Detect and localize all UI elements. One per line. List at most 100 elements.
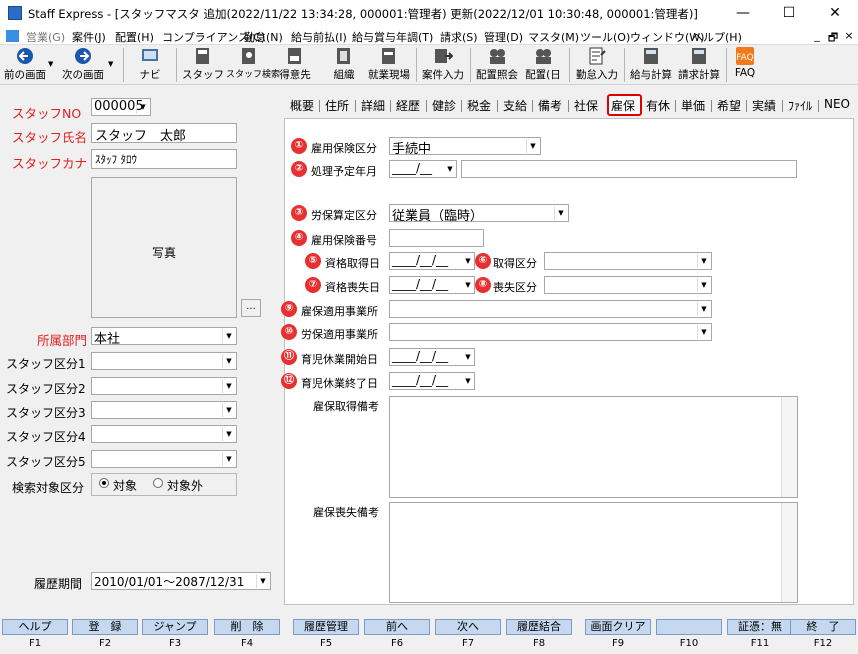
staff-button[interactable]: スタッフ [182,46,224,84]
placement-inquiry-button[interactable]: 配置照会 [474,46,520,84]
tab-biko[interactable]: 備考 [538,97,562,114]
menu-eigyo[interactable]: 営業(G) [26,29,65,45]
tab-neo[interactable]: NEO [824,97,850,111]
f12-exit-button[interactable]: 終 了 [790,619,856,635]
minimize-button[interactable]: — [720,0,766,27]
tab-koho[interactable]: 雇保 [611,97,635,114]
faq-button[interactable]: FAQ FAQ [730,46,760,84]
koyo-hoken-bango-input[interactable] [389,229,484,247]
arrow-right-icon [75,48,91,64]
staff-kubun2-select[interactable]: ▼ [91,377,237,395]
billing-calc-button[interactable]: 請求計算 [676,46,722,84]
radio-non-target[interactable] [153,478,163,488]
staff-kana-input[interactable]: ｽﾀｯﾌ ﾀﾛｳ [91,149,237,169]
tab-shaho[interactable]: 社保 [574,97,598,114]
menu-kintai[interactable]: 勤怠(N) [244,29,283,45]
ikuji-shuryo-date[interactable]: ____/__/__ ▼ [389,372,475,390]
shutoku-kubun-select[interactable]: ▼ [544,252,712,270]
f9-clear-button[interactable]: 画面クリア [585,619,651,635]
menu-kyuyo[interactable]: 給与賞与年調(T) [352,29,433,45]
tab-kibo[interactable]: 希望 [717,97,741,114]
maximize-button[interactable]: ☐ [766,0,812,27]
f5-history-button[interactable]: 履歴管理 [293,619,359,635]
menu-tool[interactable]: ツール(O) [580,29,630,45]
shikaku-shutoku-date[interactable]: ____/__/__ ▼ [389,252,475,270]
ikuji-kaishi-date[interactable]: ____/__/__ ▼ [389,348,475,366]
staff-no-label: スタッフNO [12,106,82,121]
case-entry-button[interactable]: 案件入力 [420,46,466,84]
tab-jusho[interactable]: 住所 [325,97,349,114]
toolbar-separator [470,48,471,82]
roho-santei-select[interactable]: 従業員（臨時） ▼ [389,204,569,222]
navi-button[interactable]: ナビ [130,46,170,84]
toolbar-separator [416,48,417,82]
menu-seikyu[interactable]: 請求(S) [440,29,478,45]
tab-yukyu[interactable]: 有休 [646,97,670,114]
staff-kubun3-select[interactable]: ▼ [91,401,237,419]
soshitsu-kubun-select[interactable]: ▼ [544,276,712,294]
ikuji-shuryo-label: 育児休業終了日 [301,377,378,390]
forward-button[interactable]: 次の画面 [60,46,106,84]
organization-button[interactable]: 組織 [324,46,364,84]
scrollbar[interactable] [781,397,797,497]
photo-browse-button[interactable]: ... [241,299,261,317]
menu-kanri[interactable]: 管理(D) [484,29,523,45]
f6-prev-button[interactable]: 前へ [364,619,430,635]
menu-help[interactable]: ヘルプ(H) [692,29,742,45]
staff-name-input[interactable]: スタッフ 太郎 [91,123,237,143]
tab-zeikin[interactable]: 税金 [467,97,491,114]
staff-search-button[interactable]: スタッフ検索 [226,46,280,84]
menu-anken[interactable]: 案件(J) [72,29,106,45]
menu-haichi[interactable]: 配置(H) [115,29,154,45]
f1-help-button[interactable]: ヘルプ [2,619,68,635]
tab-kenshin[interactable]: 健診 [432,97,456,114]
window-title: Staff Express - [スタッフマスタ 追加(2022/11/22 1… [28,7,698,21]
tab-keireki[interactable]: 経歴 [396,97,420,114]
roho-tekiyo-select[interactable]: ▼ [389,323,712,341]
close-button[interactable]: ✕ [812,0,858,27]
attendance-entry-button[interactable]: 勤怠入力 [574,46,620,84]
shori-yotei-date[interactable]: ____/__ ▼ [389,160,457,178]
f3-jump-button[interactable]: ジャンプ [142,619,208,635]
forward-dropdown-icon[interactable]: ▼ [108,60,113,68]
f2-register-button[interactable]: 登 録 [72,619,138,635]
tab-shosai[interactable]: 詳細 [361,97,385,114]
f4-delete-button[interactable]: 削 除 [214,619,280,635]
tab-file[interactable]: ﾌｧｲﾙ [788,97,812,114]
shori-yotei-note-input[interactable] [461,160,797,178]
staff-no-select[interactable]: 000005 ▼ [91,98,151,116]
back-button[interactable]: 前の画面 [2,46,48,84]
koho-soshitsu-biko-textarea[interactable] [389,502,798,603]
mdi-close-button[interactable]: × [842,29,856,42]
koho-tekiyo-select[interactable]: ▼ [389,300,712,318]
f7-next-button[interactable]: 次へ [435,619,501,635]
staff-kana-label: スタッフカナ [12,156,88,171]
f8-history-merge-button[interactable]: 履歴結合 [506,619,572,635]
back-dropdown-icon[interactable]: ▼ [48,60,53,68]
tab-gaiyo[interactable]: 概要 [290,97,314,114]
radio-target[interactable] [99,478,109,488]
history-period-select[interactable]: 2010/01/01～2087/12/31 ▼ [91,572,271,590]
tab-tanka[interactable]: 単価 [681,97,705,114]
mdi-minimize-button[interactable]: _ [810,29,824,42]
staff-kubun4-select[interactable]: ▼ [91,425,237,443]
tab-jisseki[interactable]: 実績 [752,97,776,114]
tab-separator [461,100,462,112]
koyo-hoken-kubun-select[interactable]: 手続中 ▼ [389,137,541,155]
menu-maebarai[interactable]: 給与前払(I) [291,29,347,45]
organization-button-label: 組織 [333,69,355,81]
customer-button[interactable]: 得意先 [274,46,316,84]
koho-shutoku-biko-textarea[interactable] [389,396,798,498]
payroll-calc-button[interactable]: 給与計算 [628,46,674,84]
menu-master[interactable]: マスタ(M) [528,29,579,45]
placement-daily-button[interactable]: 配置(日 [522,46,564,84]
workplace-button[interactable]: 就業現場 [366,46,412,84]
f11-evidence-button[interactable]: 証憑：無 [727,619,793,635]
f10-button[interactable] [656,619,722,635]
scrollbar[interactable] [781,503,797,602]
staff-kubun5-select[interactable]: ▼ [91,450,237,468]
dept-select[interactable]: 本社 ▼ [91,327,237,345]
shikaku-soshitsu-date[interactable]: ____/__/__ ▼ [389,276,475,294]
tab-shikyu[interactable]: 支給 [503,97,527,114]
staff-kubun1-select[interactable]: ▼ [91,352,237,370]
